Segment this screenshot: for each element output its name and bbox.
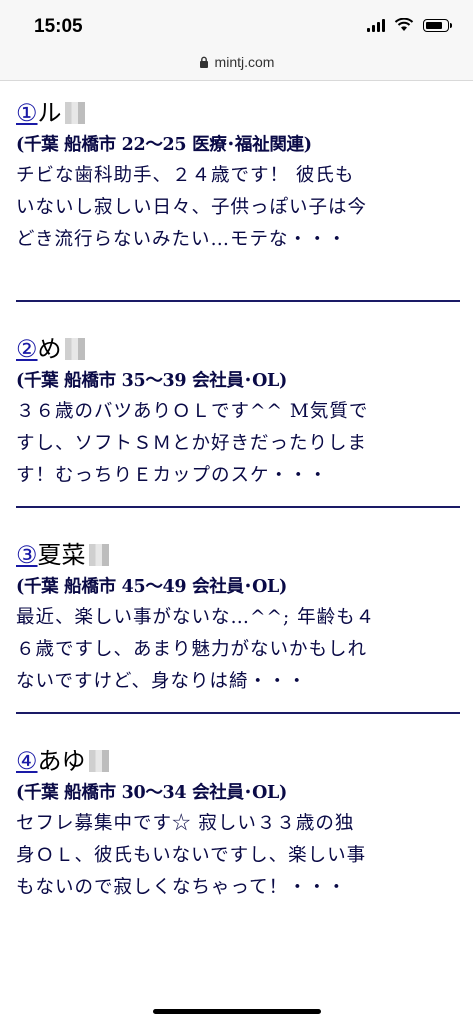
entry-number-link[interactable]: ③ — [16, 541, 38, 569]
blurred-name-image — [88, 750, 109, 772]
entry-description: ３６歳のバツありＯＬです^^ M気質で すし、ソフトＳＭとか好きだったりしま す… — [16, 396, 460, 492]
entry-title: ② め — [16, 332, 460, 366]
list-item[interactable]: ② め (千葉 船橋市 35〜39 会社員･OL) ３６歳のバツありＯＬです^^… — [16, 302, 460, 508]
description-line: ないですけど、身なりは綺・・・ — [16, 671, 308, 692]
list-item[interactable]: ④ あゆ (千葉 船橋市 30〜34 会社員･OL) セフレ募集中です☆ 寂しい… — [16, 714, 460, 920]
description-line: セフレ募集中です☆ 寂しい３３歳の独 — [16, 813, 355, 834]
blurred-name-image — [88, 544, 109, 566]
entry-title: ③ 夏菜 — [16, 538, 460, 572]
description-line: ６歳ですし、あまり魅力がないかもしれ — [16, 639, 368, 660]
description-line: どき流行らないみたい…モテな・・・ — [16, 229, 347, 250]
description-line: チビな歯科助手、２４歳です！ 彼氏も — [16, 165, 355, 186]
entry-title: ④ あゆ — [16, 744, 460, 778]
list-item[interactable]: ① ル (千葉 船橋市 22〜25 医療･福祉関連) チビな歯科助手、２４歳です… — [16, 96, 460, 302]
description-line: いないし寂しい日々、子供っぽい子は今 — [16, 197, 368, 218]
blurred-name-image — [64, 338, 85, 360]
entry-meta: (千葉 船橋市 22〜25 医療･福祉関連) — [16, 135, 312, 155]
description-line: もないので寂しくなちゃって！・・・ — [16, 877, 347, 898]
blurred-name-image — [64, 102, 85, 124]
status-time: 15:05 — [34, 16, 83, 37]
status-icons — [367, 18, 452, 32]
entry-description: 最近、楽しい事がないな…^^; 年齢も４ ６歳ですし、あまり魅力がないかもしれ … — [16, 602, 460, 698]
entry-number-link[interactable]: ① — [16, 99, 38, 127]
address-bar[interactable]: mintj.com — [0, 44, 473, 81]
entry-name: ル — [37, 99, 62, 127]
entry-description: セフレ募集中です☆ 寂しい３３歳の独 身ＯＬ、彼氏もいないですし、楽しい事 もな… — [16, 808, 460, 904]
home-indicator[interactable] — [153, 1009, 321, 1014]
list-item[interactable]: ③ 夏菜 (千葉 船橋市 45〜49 会社員･OL) 最近、楽しい事がないな…^… — [16, 508, 460, 714]
entry-meta: (千葉 船橋市 30〜34 会社員･OL) — [16, 783, 288, 803]
entry-number-link[interactable]: ④ — [16, 747, 38, 775]
entry-name: 夏菜 — [37, 541, 86, 569]
lock-icon — [199, 56, 208, 68]
entry-description: チビな歯科助手、２４歳です！ 彼氏も いないし寂しい日々、子供っぽい子は今 どき… — [16, 160, 460, 256]
wifi-icon — [394, 18, 414, 31]
description-line: ３６歳のバツありＯＬです^^ M気質で — [16, 401, 369, 422]
battery-icon — [423, 18, 452, 32]
entry-name: め — [37, 335, 62, 363]
entry-title: ① ル — [16, 96, 460, 130]
entry-name: あゆ — [37, 747, 86, 775]
url-text: mintj.com — [214, 54, 275, 70]
entry-meta: (千葉 船橋市 35〜39 会社員･OL) — [16, 371, 288, 391]
description-line: すし、ソフトＳＭとか好きだったりしま — [16, 433, 368, 454]
description-line: 身ＯＬ、彼氏もいないですし、楽しい事 — [16, 845, 367, 866]
listing: ① ル (千葉 船橋市 22〜25 医療･福祉関連) チビな歯科助手、２４歳です… — [16, 96, 460, 920]
entry-meta: (千葉 船橋市 45〜49 会社員･OL) — [16, 577, 288, 597]
description-line: 最近、楽しい事がないな…^^; 年齢も４ — [16, 607, 376, 628]
entry-number-link[interactable]: ② — [16, 335, 38, 363]
cellular-signal-icon — [367, 18, 385, 32]
description-line: す！むっちりＥカップのスケ・・・ — [16, 465, 329, 486]
